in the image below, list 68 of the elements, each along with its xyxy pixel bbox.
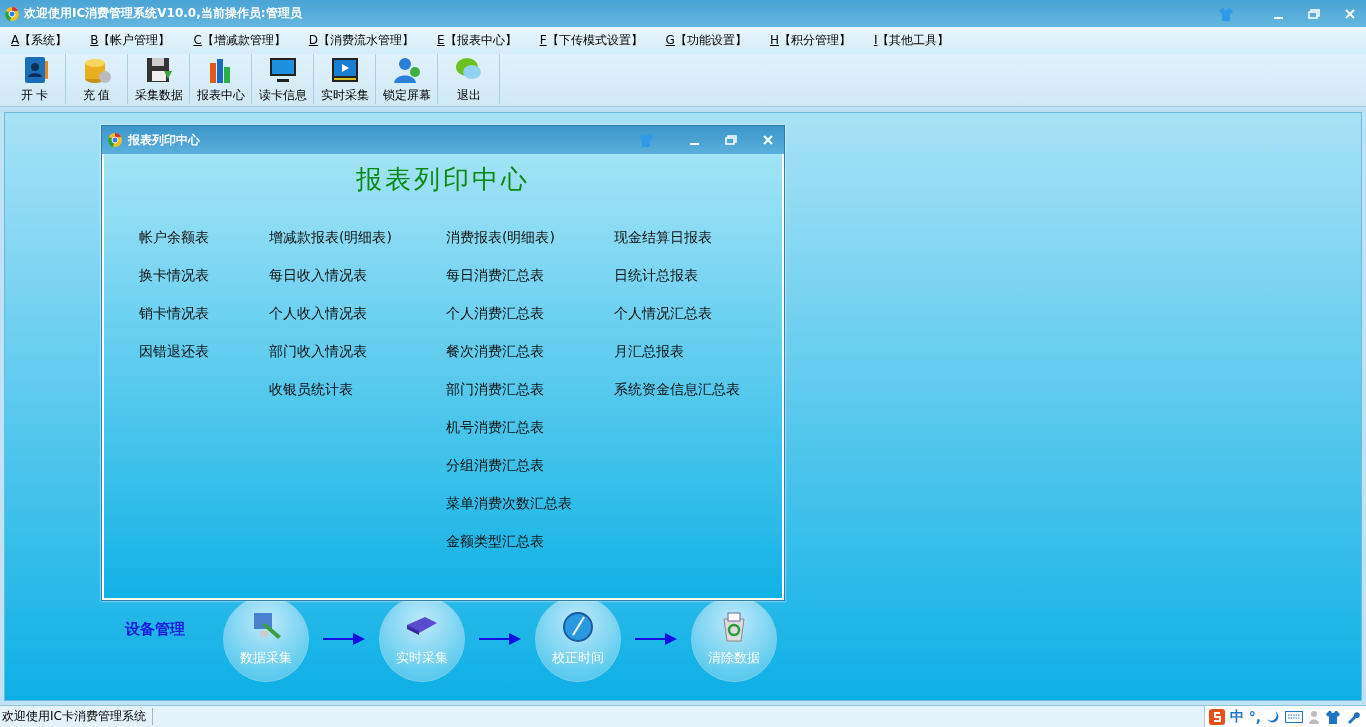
menu-item[interactable]: G【功能设置】 bbox=[665, 32, 747, 49]
ime-text[interactable]: 中 bbox=[1229, 707, 1244, 726]
menu-item[interactable]: H【积分管理】 bbox=[769, 32, 851, 49]
report-link[interactable]: 增减款报表(明细表) bbox=[269, 227, 446, 248]
toolbar-button[interactable]: 开 卡 bbox=[4, 54, 66, 104]
window-title: 欢迎使用IC消费管理系统V10.0,当前操作员:管理员 bbox=[24, 5, 303, 22]
toolbar-button[interactable]: 充 值 bbox=[66, 54, 128, 104]
report-link[interactable]: 现金结算日报表 bbox=[614, 227, 764, 248]
menu-item[interactable]: D【消费流水管理】 bbox=[308, 32, 415, 49]
report-link[interactable]: 帐户余额表 bbox=[139, 227, 269, 248]
clock-icon bbox=[560, 611, 596, 643]
minimize-icon bbox=[689, 143, 699, 145]
toolbar-button[interactable]: 实时采集 bbox=[314, 54, 376, 104]
report-link[interactable]: 消费报表(明细表) bbox=[446, 227, 614, 248]
ime-text[interactable]: °, bbox=[1248, 708, 1261, 725]
toolbar-button[interactable]: 退出 bbox=[438, 54, 500, 104]
menu-item[interactable]: A【系统】 bbox=[11, 32, 68, 49]
report-link[interactable]: 换卡情况表 bbox=[139, 265, 269, 286]
report-link[interactable]: 机号消费汇总表 bbox=[446, 417, 614, 438]
menu-item[interactable]: E【报表中心】 bbox=[437, 32, 517, 49]
close-icon bbox=[763, 135, 773, 145]
minimize-icon bbox=[1273, 16, 1283, 19]
arrow-icon bbox=[323, 633, 365, 645]
app-logo-icon bbox=[4, 5, 20, 22]
report-link[interactable]: 月汇总报表 bbox=[614, 341, 764, 362]
report-link[interactable]: 个人情况汇总表 bbox=[614, 303, 764, 324]
shirt-icon[interactable] bbox=[1325, 708, 1341, 725]
report-link[interactable]: 因错退还表 bbox=[139, 341, 269, 362]
report-link[interactable]: 部门收入情况表 bbox=[269, 341, 446, 362]
report-link[interactable]: 每日消费汇总表 bbox=[446, 265, 614, 286]
menu-item[interactable]: C【增减款管理】 bbox=[193, 32, 286, 49]
restore-icon bbox=[1308, 8, 1320, 19]
section-title: 设备管理 bbox=[125, 619, 185, 639]
person-icon[interactable] bbox=[1308, 709, 1320, 724]
keyboard-icon[interactable] bbox=[1285, 710, 1303, 723]
menu-item[interactable]: F【下传模式设置】 bbox=[539, 32, 643, 49]
report-link[interactable]: 日统计总报表 bbox=[614, 265, 764, 286]
users-icon bbox=[391, 55, 422, 85]
settings-icon[interactable] bbox=[1346, 709, 1360, 724]
report-link[interactable]: 系统资金信息汇总表 bbox=[614, 379, 764, 400]
report-link[interactable]: 每日收入情况表 bbox=[269, 265, 446, 286]
arrow-icon bbox=[479, 633, 521, 645]
report-link[interactable]: 部门消费汇总表 bbox=[446, 379, 614, 400]
report-link[interactable]: 收银员统计表 bbox=[269, 379, 446, 400]
report-link[interactable]: 个人收入情况表 bbox=[269, 303, 446, 324]
report-link[interactable]: 分组消费汇总表 bbox=[446, 455, 614, 476]
monitor-icon bbox=[267, 55, 298, 85]
menu-item[interactable]: I【其他工具】 bbox=[873, 32, 950, 49]
report-link[interactable]: 个人消费汇总表 bbox=[446, 303, 614, 324]
report-link[interactable]: 销卡情况表 bbox=[139, 303, 269, 324]
moon-icon[interactable] bbox=[1266, 709, 1280, 724]
arrow-icon bbox=[635, 633, 677, 645]
restore-icon bbox=[725, 135, 737, 145]
report-link[interactable]: 餐次消费汇总表 bbox=[446, 341, 614, 362]
toolbar-button[interactable]: 读卡信息 bbox=[252, 54, 314, 104]
toolbar-button[interactable]: 锁定屏幕 bbox=[376, 54, 438, 104]
report-link[interactable]: 金额类型汇总表 bbox=[446, 531, 614, 552]
ime-logo-icon[interactable] bbox=[1208, 708, 1225, 725]
toolbar-button[interactable]: 报表中心 bbox=[190, 54, 252, 104]
status-text: 欢迎使用IC卡消费管理系统 bbox=[0, 708, 153, 725]
toolbar-button[interactable]: 采集数据 bbox=[128, 54, 190, 104]
video-player-icon bbox=[329, 55, 360, 85]
child-window-title: 报表列印中心 bbox=[128, 131, 201, 149]
close-icon bbox=[1345, 8, 1355, 19]
menu-item[interactable]: B【帐户管理】 bbox=[90, 32, 171, 49]
report-heading: 报表列印中心 bbox=[356, 163, 530, 196]
window-logo-icon bbox=[107, 132, 123, 148]
report-link[interactable]: 菜单消费次数汇总表 bbox=[446, 493, 614, 514]
